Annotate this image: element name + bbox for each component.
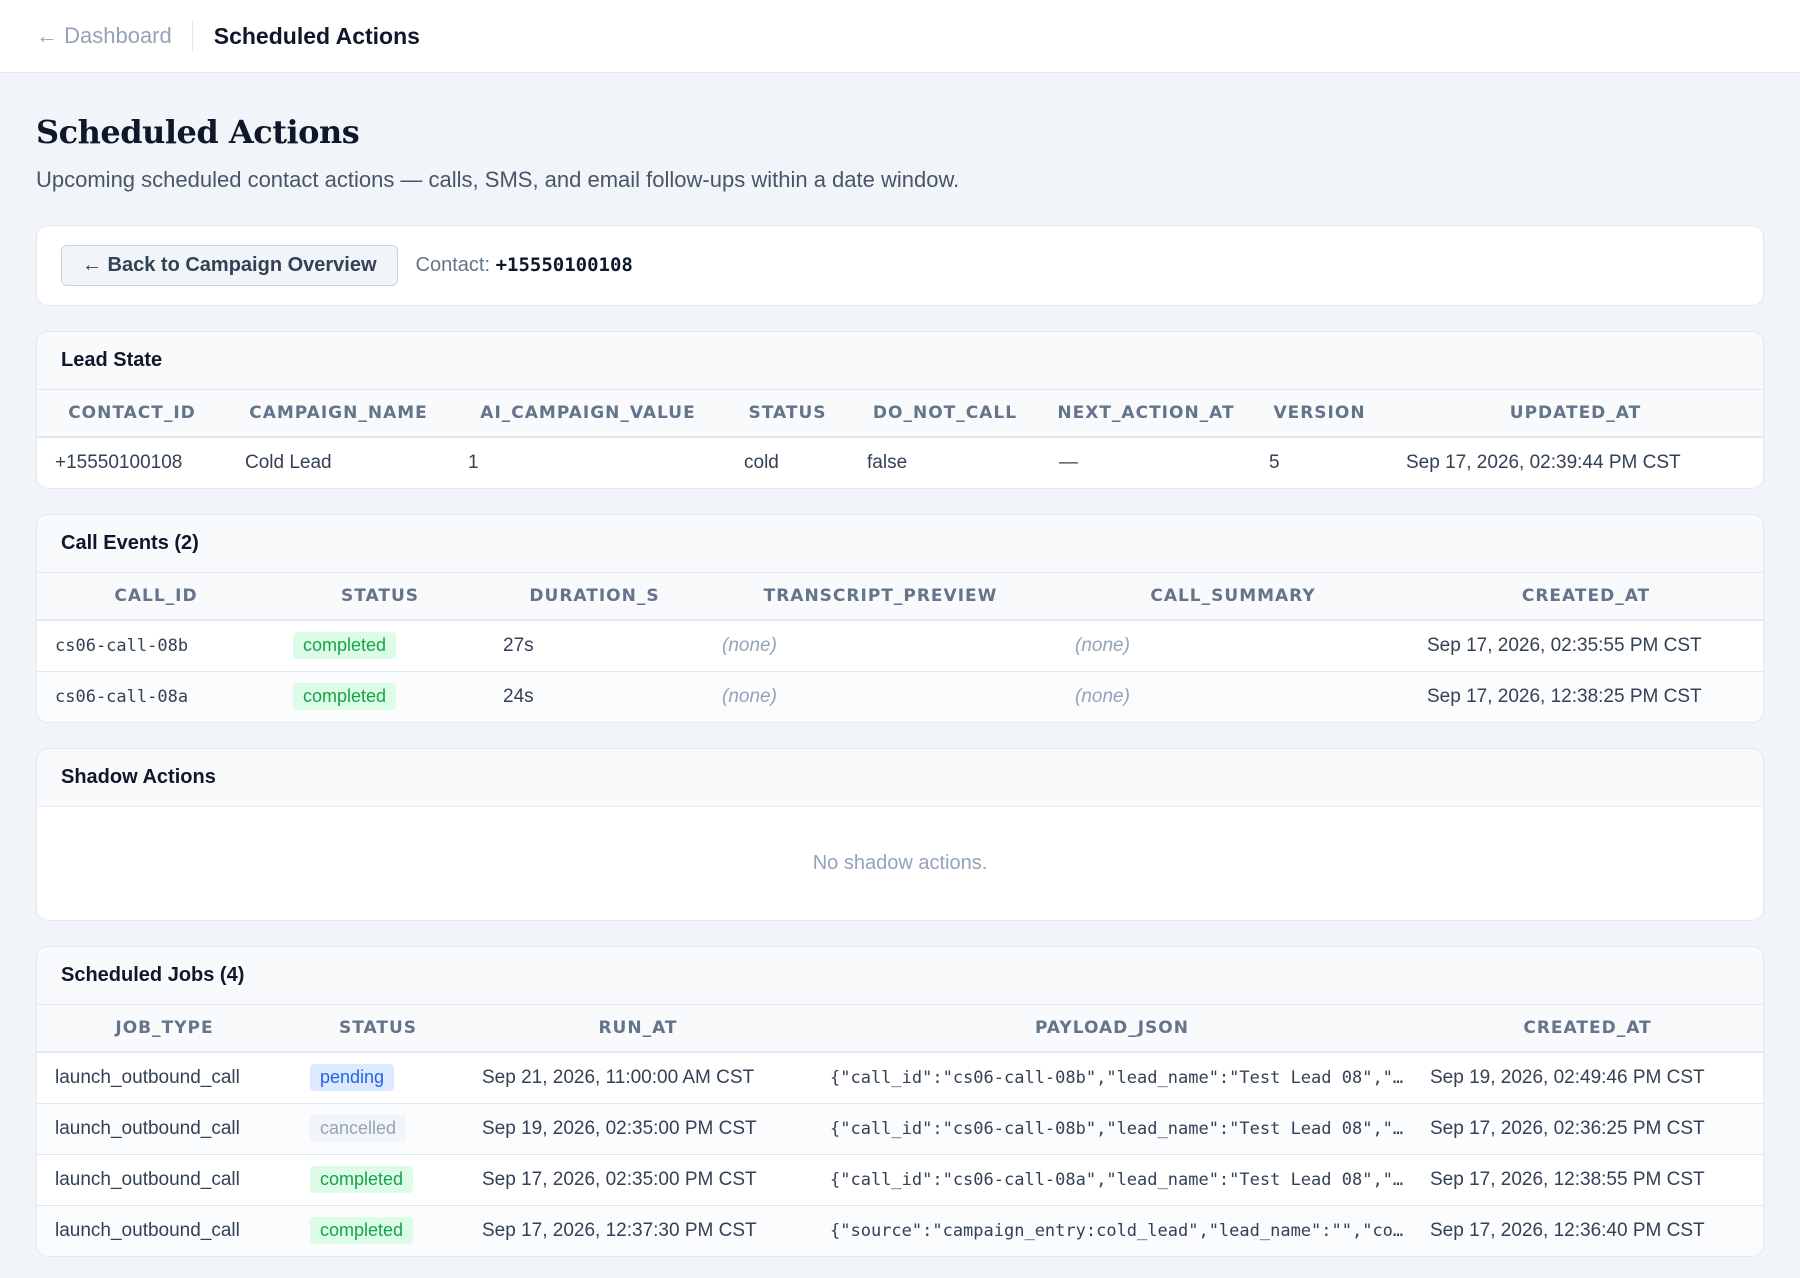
- column-header[interactable]: STATUS: [726, 390, 849, 438]
- toolbar: ← Back to Campaign Overview Contact: +15…: [37, 226, 1763, 305]
- column-header[interactable]: VERSION: [1251, 390, 1388, 438]
- call-events-table: CALL_ID STATUS DURATION_S TRANSCRIPT_PRE…: [37, 573, 1763, 722]
- status-cell: completed: [292, 1205, 464, 1256]
- table-row: launch_outbound_call completed Sep 17, 2…: [37, 1205, 1763, 1256]
- table-row: launch_outbound_call completed Sep 17, 2…: [37, 1154, 1763, 1206]
- call-events-card: Call Events (2) CALL_ID STATUS DURATION_…: [36, 514, 1764, 723]
- lead-state-card: Lead State CONTACT_ID CAMPAIGN_NAME AI_C…: [36, 331, 1764, 489]
- status-badge: completed: [310, 1217, 414, 1245]
- column-header[interactable]: JOB_TYPE: [37, 1005, 292, 1053]
- status-badge: completed: [293, 683, 397, 711]
- table-row: launch_outbound_call cancelled Sep 19, 2…: [37, 1103, 1763, 1155]
- main-content: Scheduled Actions Upcoming scheduled con…: [0, 73, 1800, 1257]
- toolbar-card: ← Back to Campaign Overview Contact: +15…: [36, 225, 1764, 306]
- transcript-preview-cell: (none): [704, 671, 1057, 722]
- shadow-actions-card: Shadow Actions No shadow actions.: [36, 748, 1764, 921]
- next-action-at-cell: —: [1059, 452, 1078, 473]
- created-at-cell: Sep 17, 2026, 02:36:25 PM CST: [1412, 1103, 1763, 1155]
- scheduled-jobs-card: Scheduled Jobs (4) JOB_TYPE STATUS RUN_A…: [36, 946, 1764, 1257]
- column-header[interactable]: STATUS: [292, 1005, 464, 1053]
- column-header[interactable]: RUN_AT: [464, 1005, 812, 1053]
- status-badge: completed: [310, 1166, 414, 1193]
- status-badge: pending: [310, 1064, 395, 1092]
- transcript-preview-cell: (none): [704, 620, 1057, 672]
- lead-state-table: CONTACT_ID CAMPAIGN_NAME AI_CAMPAIGN_VAL…: [37, 390, 1763, 488]
- contact-value: +15550100108: [495, 254, 633, 276]
- status-cell: completed: [275, 620, 485, 672]
- created-at-cell: Sep 17, 2026, 12:36:40 PM CST: [1412, 1205, 1763, 1256]
- job-type-cell: launch_outbound_call: [37, 1052, 292, 1104]
- payload-json-cell: {"call_id":"cs06-call-08a","lead_name":"…: [812, 1154, 1412, 1206]
- breadcrumb-current: Scheduled Actions: [213, 22, 420, 49]
- campaign-name-cell: Cold Lead: [245, 452, 332, 473]
- updated-at-cell: Sep 17, 2026, 02:39:44 PM CST: [1406, 452, 1681, 473]
- payload-json-cell: {"source":"campaign_entry:cold_lead","le…: [812, 1205, 1412, 1256]
- column-header[interactable]: DO_NOT_CALL: [849, 390, 1041, 438]
- created-at-cell: Sep 19, 2026, 02:49:46 PM CST: [1412, 1052, 1763, 1104]
- column-header[interactable]: AI_CAMPAIGN_VALUE: [450, 390, 726, 438]
- run-at-cell: Sep 21, 2026, 11:00:00 AM CST: [464, 1052, 812, 1104]
- lead-state-title: Lead State: [37, 332, 1763, 390]
- call-events-title: Call Events (2): [37, 515, 1763, 573]
- payload-json-cell: {"call_id":"cs06-call-08b","lead_name":"…: [812, 1103, 1412, 1155]
- column-header[interactable]: DURATION_S: [485, 573, 704, 621]
- run-at-cell: Sep 17, 2026, 02:35:00 PM CST: [464, 1154, 812, 1206]
- top-bar: ← Dashboard Scheduled Actions: [0, 0, 1800, 73]
- scheduled-jobs-table: JOB_TYPE STATUS RUN_AT PAYLOAD_JSON CREA…: [37, 1005, 1763, 1256]
- column-header[interactable]: STATUS: [275, 573, 485, 621]
- duration-cell: 27s: [485, 620, 704, 672]
- status-cell: cold: [744, 452, 779, 473]
- column-header[interactable]: CALL_SUMMARY: [1057, 573, 1409, 621]
- created-at-cell: Sep 17, 2026, 12:38:25 PM CST: [1409, 671, 1763, 722]
- ai-campaign-value-cell: 1: [468, 452, 479, 473]
- column-header[interactable]: CAMPAIGN_NAME: [227, 390, 450, 438]
- created-at-cell: Sep 17, 2026, 12:38:55 PM CST: [1412, 1154, 1763, 1206]
- column-header[interactable]: CREATED_AT: [1409, 573, 1763, 621]
- shadow-actions-title: Shadow Actions: [37, 749, 1763, 807]
- status-cell: completed: [275, 671, 485, 722]
- status-cell: cancelled: [292, 1103, 464, 1155]
- call-summary-cell: (none): [1057, 620, 1409, 672]
- column-header[interactable]: TRANSCRIPT_PREVIEW: [704, 573, 1057, 621]
- job-type-cell: launch_outbound_call: [37, 1154, 292, 1206]
- table-row: cs06-call-08b completed 27s (none) (none…: [37, 620, 1763, 672]
- call-id-cell: cs06-call-08a: [37, 671, 275, 722]
- job-type-cell: launch_outbound_call: [37, 1103, 292, 1155]
- dashboard-link[interactable]: ← Dashboard: [36, 21, 193, 51]
- contact-id-cell: +15550100108: [55, 452, 183, 473]
- contact-info: Contact: +15550100108: [416, 254, 633, 277]
- status-cell: completed: [292, 1154, 464, 1206]
- status-badge: completed: [293, 632, 397, 660]
- job-type-cell: launch_outbound_call: [37, 1205, 292, 1256]
- run-at-cell: Sep 19, 2026, 02:35:00 PM CST: [464, 1103, 812, 1155]
- call-summary-cell: (none): [1057, 671, 1409, 722]
- status-badge: cancelled: [310, 1115, 407, 1142]
- duration-cell: 24s: [485, 671, 704, 722]
- run-at-cell: Sep 17, 2026, 12:37:30 PM CST: [464, 1205, 812, 1256]
- column-header[interactable]: NEXT_ACTION_AT: [1041, 390, 1251, 438]
- version-cell: 5: [1269, 452, 1280, 473]
- table-row: cs06-call-08a completed 24s (none) (none…: [37, 671, 1763, 722]
- column-header[interactable]: CALL_ID: [37, 573, 275, 621]
- created-at-cell: Sep 17, 2026, 02:35:55 PM CST: [1409, 620, 1763, 672]
- contact-label: Contact:: [415, 254, 491, 276]
- empty-state: No shadow actions.: [812, 852, 988, 874]
- table-row: +15550100108 Cold Lead 1 cold false — 5 …: [37, 437, 1763, 488]
- payload-json-cell: {"call_id":"cs06-call-08b","lead_name":"…: [812, 1052, 1412, 1104]
- call-id-cell: cs06-call-08b: [37, 620, 275, 672]
- do-not-call-cell: false: [867, 452, 908, 473]
- page-subtitle: Upcoming scheduled contact actions — cal…: [36, 167, 960, 192]
- column-header[interactable]: CREATED_AT: [1412, 1005, 1763, 1053]
- back-to-campaign-button[interactable]: ← Back to Campaign Overview: [61, 245, 398, 286]
- page-title: Scheduled Actions: [36, 113, 360, 151]
- table-row: launch_outbound_call pending Sep 21, 202…: [37, 1052, 1763, 1104]
- status-cell: pending: [292, 1052, 464, 1104]
- scheduled-jobs-title: Scheduled Jobs (4): [37, 947, 1763, 1005]
- column-header[interactable]: UPDATED_AT: [1388, 390, 1763, 438]
- column-header[interactable]: CONTACT_ID: [37, 390, 227, 438]
- column-header[interactable]: PAYLOAD_JSON: [812, 1005, 1412, 1053]
